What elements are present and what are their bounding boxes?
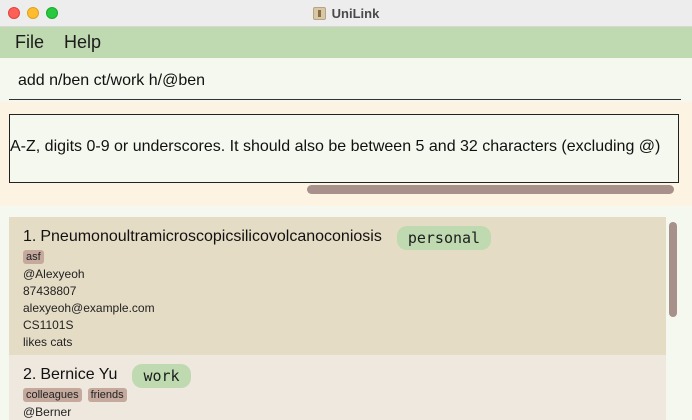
person-card[interactable]: 1. Pneumonoultramicroscopicsilicovolcano… <box>9 217 666 355</box>
window-titlebar: UniLink <box>0 0 692 27</box>
menu-help[interactable]: Help <box>64 32 101 53</box>
tag-label: friends <box>87 388 127 402</box>
window-title: UniLink <box>331 6 380 21</box>
person-name: Bernice Yu <box>40 366 118 383</box>
person-tags: asf <box>23 250 44 264</box>
tag-label: colleagues <box>23 388 82 402</box>
person-email: alexyeoh@example.com <box>23 301 155 315</box>
person-card-header: 2. Bernice Yu work <box>23 362 191 388</box>
person-card-header: 1. Pneumonoultramicroscopicsilicovolcano… <box>23 224 492 250</box>
menu-bar: File Help <box>0 27 692 58</box>
contact-type-badge: work <box>132 364 191 388</box>
command-input[interactable] <box>9 62 681 99</box>
person-phone: 87438807 <box>23 284 77 298</box>
command-box <box>9 62 681 100</box>
tag-label: asf <box>23 250 44 264</box>
person-remark: likes cats <box>23 335 73 349</box>
result-display[interactable]: A-Z, digits 0-9 or underscores. It shoul… <box>9 114 679 183</box>
person-index: 1. <box>23 228 37 245</box>
result-display-area: A-Z, digits 0-9 or underscores. It shoul… <box>0 102 692 206</box>
result-horizontal-scrollbar[interactable] <box>307 185 674 194</box>
app-book-icon <box>312 7 326 20</box>
person-tags: colleagues friends <box>23 388 127 402</box>
person-name: Pneumonoultramicroscopicsilicovolcanocon… <box>40 228 382 245</box>
person-list: 1. Pneumonoultramicroscopicsilicovolcano… <box>0 206 692 420</box>
list-vertical-scrollbar[interactable] <box>669 222 677 317</box>
person-module: CS1101S <box>23 318 74 332</box>
contact-type-badge: personal <box>396 226 492 250</box>
menu-file[interactable]: File <box>15 32 44 53</box>
person-handle: @Berner <box>23 405 72 419</box>
result-message: A-Z, digits 0-9 or underscores. It shoul… <box>10 138 661 155</box>
person-card[interactable]: 2. Bernice Yu work colleagues friends @B… <box>9 355 666 420</box>
window-title-group: UniLink <box>0 0 692 27</box>
person-index: 2. <box>23 366 37 383</box>
person-handle: @Alexyeoh <box>23 267 85 281</box>
